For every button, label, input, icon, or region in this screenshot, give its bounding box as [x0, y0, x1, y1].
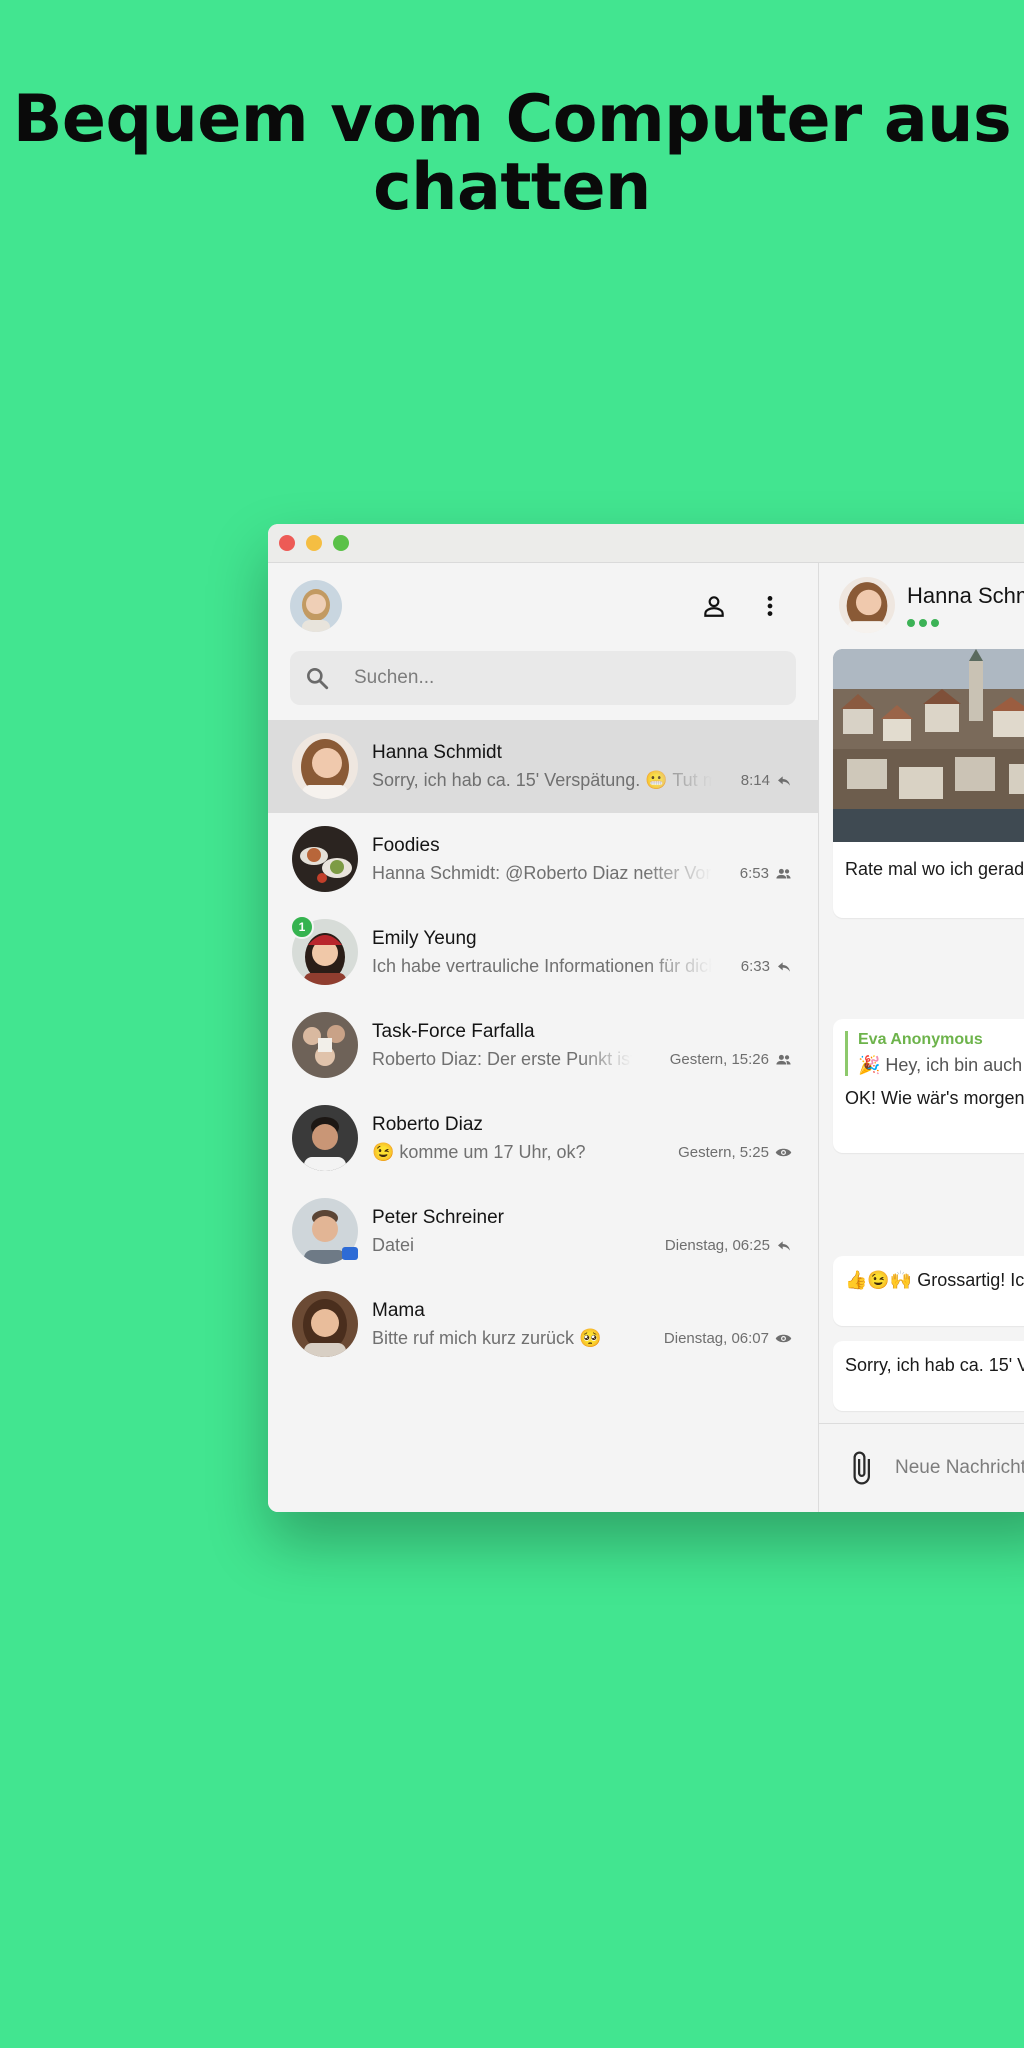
unread-badge: 1 [290, 915, 314, 939]
message-bubble-text[interactable]: 👍😉🙌 Grossartig! Ich freu mich [833, 1256, 1024, 1326]
minimize-window-button[interactable] [306, 535, 322, 551]
chat-preview: Datei [372, 1235, 415, 1255]
avatar [292, 1012, 358, 1078]
close-window-button[interactable] [279, 535, 295, 551]
profile-button[interactable] [698, 590, 730, 622]
chat-preview: Ich habe vertrauliche Informationen für … [372, 956, 712, 976]
chat-preview: Hanna Schmidt: @Roberto Diaz netter Vors… [372, 863, 712, 883]
app-window: Hanna Schmidt Sorry, ich hab ca. 15' Ver… [268, 524, 1024, 1512]
message-composer [819, 1423, 1024, 1512]
reply-icon [778, 1240, 790, 1251]
chat-item-peter-schreiner[interactable]: Peter Schreiner Datei Dienstag, 06:25 [268, 1185, 818, 1278]
chat-meta: Dienstag, 06:07 [664, 1330, 792, 1347]
group-icon [776, 1054, 791, 1065]
chat-item-roberto-diaz[interactable]: Roberto Diaz 😉 komme um 17 Uhr, ok? Gest… [268, 1092, 818, 1185]
message-text: 👍😉🙌 Grossartig! Ich freu mich [845, 1270, 1024, 1290]
typing-indicator [907, 619, 939, 627]
message-bubble-image[interactable]: Rate mal wo ich gerade bin [833, 649, 1024, 918]
quote-author: Eva Anonymous [858, 1031, 983, 1048]
chat-time: Dienstag, 06:25 [664, 1237, 770, 1254]
chat-name: Foodies [372, 835, 440, 856]
message-text: OK! Wie wär's morgen? [845, 1088, 1024, 1108]
maximize-window-button[interactable] [333, 535, 349, 551]
chat-meta: Dienstag, 06:25 [665, 1237, 792, 1254]
chat-time: Gestern, 5:25 [678, 1144, 769, 1161]
group-icon [776, 868, 791, 879]
seen-icon [775, 1334, 792, 1343]
paperclip-icon [853, 1451, 870, 1485]
chat-time: 6:33 [740, 958, 770, 975]
chat-name: Emily Yeung [372, 928, 477, 949]
chat-name: Roberto Diaz [372, 1114, 483, 1135]
chat-time: 6:53 [739, 865, 769, 882]
message-text: Sorry, ich hab ca. 15' Verspätung [845, 1355, 1024, 1375]
my-avatar[interactable] [290, 580, 342, 632]
chat-preview: Bitte ruf mich kurz zurück 🥺 [372, 1328, 602, 1348]
message-bubble-text[interactable]: Sorry, ich hab ca. 15' Verspätung [833, 1341, 1024, 1411]
person-icon [704, 596, 724, 617]
headline: Bequem vom Computer aus chatten [12, 82, 1012, 225]
chat-item-task-force-farfalla[interactable]: Task-Force Farfalla Roberto Diaz: Der er… [268, 999, 818, 1092]
chat-meta: Gestern, 5:25 [678, 1144, 792, 1161]
chat-name: Task-Force Farfalla [372, 1021, 535, 1042]
chat-meta: 8:14 [741, 772, 792, 789]
avatar [292, 1291, 358, 1357]
chat-meta: 6:33 [741, 958, 792, 975]
search-icon [307, 668, 329, 690]
title-bar [268, 524, 1024, 563]
quoted-message[interactable]: Eva Anonymous 🎉 Hey, ich bin auch dabei [845, 1031, 1024, 1076]
chat-preview: Roberto Diaz: Der erste Punkt ist erledi… [372, 1049, 632, 1069]
seen-icon [775, 1148, 792, 1157]
chat-time: 8:14 [740, 772, 770, 789]
search-input[interactable] [354, 651, 774, 705]
chat-time: Dienstag, 06:07 [663, 1330, 769, 1347]
message-input[interactable] [895, 1424, 1024, 1512]
chat-item-mama[interactable]: Mama Bitte ruf mich kurz zurück 🥺 Dienst… [268, 1278, 818, 1371]
chat-name: Peter Schreiner [372, 1207, 505, 1228]
chat-preview: Sorry, ich hab ca. 15' Verspätung. 😬 Tut… [372, 770, 712, 790]
chat-item-emily-yeung[interactable]: 1 Emily Yeung Ich habe vertrauliche Info… [268, 906, 818, 999]
attach-button[interactable] [843, 1450, 879, 1491]
avatar [292, 826, 358, 892]
photo-image [833, 649, 1024, 842]
conversation-header[interactable]: Hanna Schmidt [819, 563, 1024, 645]
avatar [839, 577, 895, 633]
chat-preview: 😉 komme um 17 Uhr, ok? [372, 1142, 586, 1162]
avatar [292, 1105, 358, 1171]
chat-item-hanna-schmidt[interactable]: Hanna Schmidt Sorry, ich hab ca. 15' Ver… [268, 720, 818, 813]
chat-name: Mama [372, 1300, 425, 1321]
search-bar [290, 651, 796, 705]
work-badge-icon [342, 1247, 358, 1260]
reply-icon [778, 961, 790, 972]
message-text: Rate mal wo ich gerade bin [845, 859, 1024, 879]
avatar [292, 733, 358, 799]
reply-icon [778, 775, 790, 786]
chat-sidebar: Hanna Schmidt Sorry, ich hab ca. 15' Ver… [268, 563, 819, 1512]
chat-time: Gestern, 15:26 [669, 1051, 769, 1068]
chat-item-foodies[interactable]: Foodies Hanna Schmidt: @Roberto Diaz net… [268, 813, 818, 906]
contact-name: Hanna Schmidt [907, 583, 1024, 608]
chat-list: Hanna Schmidt Sorry, ich hab ca. 15' Ver… [268, 720, 818, 1371]
chat-meta: 6:53 [740, 865, 792, 882]
chat-meta: Gestern, 15:26 [670, 1051, 792, 1068]
message-bubble-reply[interactable]: Eva Anonymous 🎉 Hey, ich bin auch dabei … [833, 1019, 1024, 1153]
quote-text: 🎉 Hey, ich bin auch dabei [858, 1055, 1024, 1075]
more-vert-icon [767, 596, 773, 616]
conversation-pane: Hanna Schmidt Rate mal wo ich gerade bin [819, 563, 1024, 1512]
chat-name: Hanna Schmidt [372, 742, 502, 763]
more-options-button[interactable] [754, 590, 786, 622]
